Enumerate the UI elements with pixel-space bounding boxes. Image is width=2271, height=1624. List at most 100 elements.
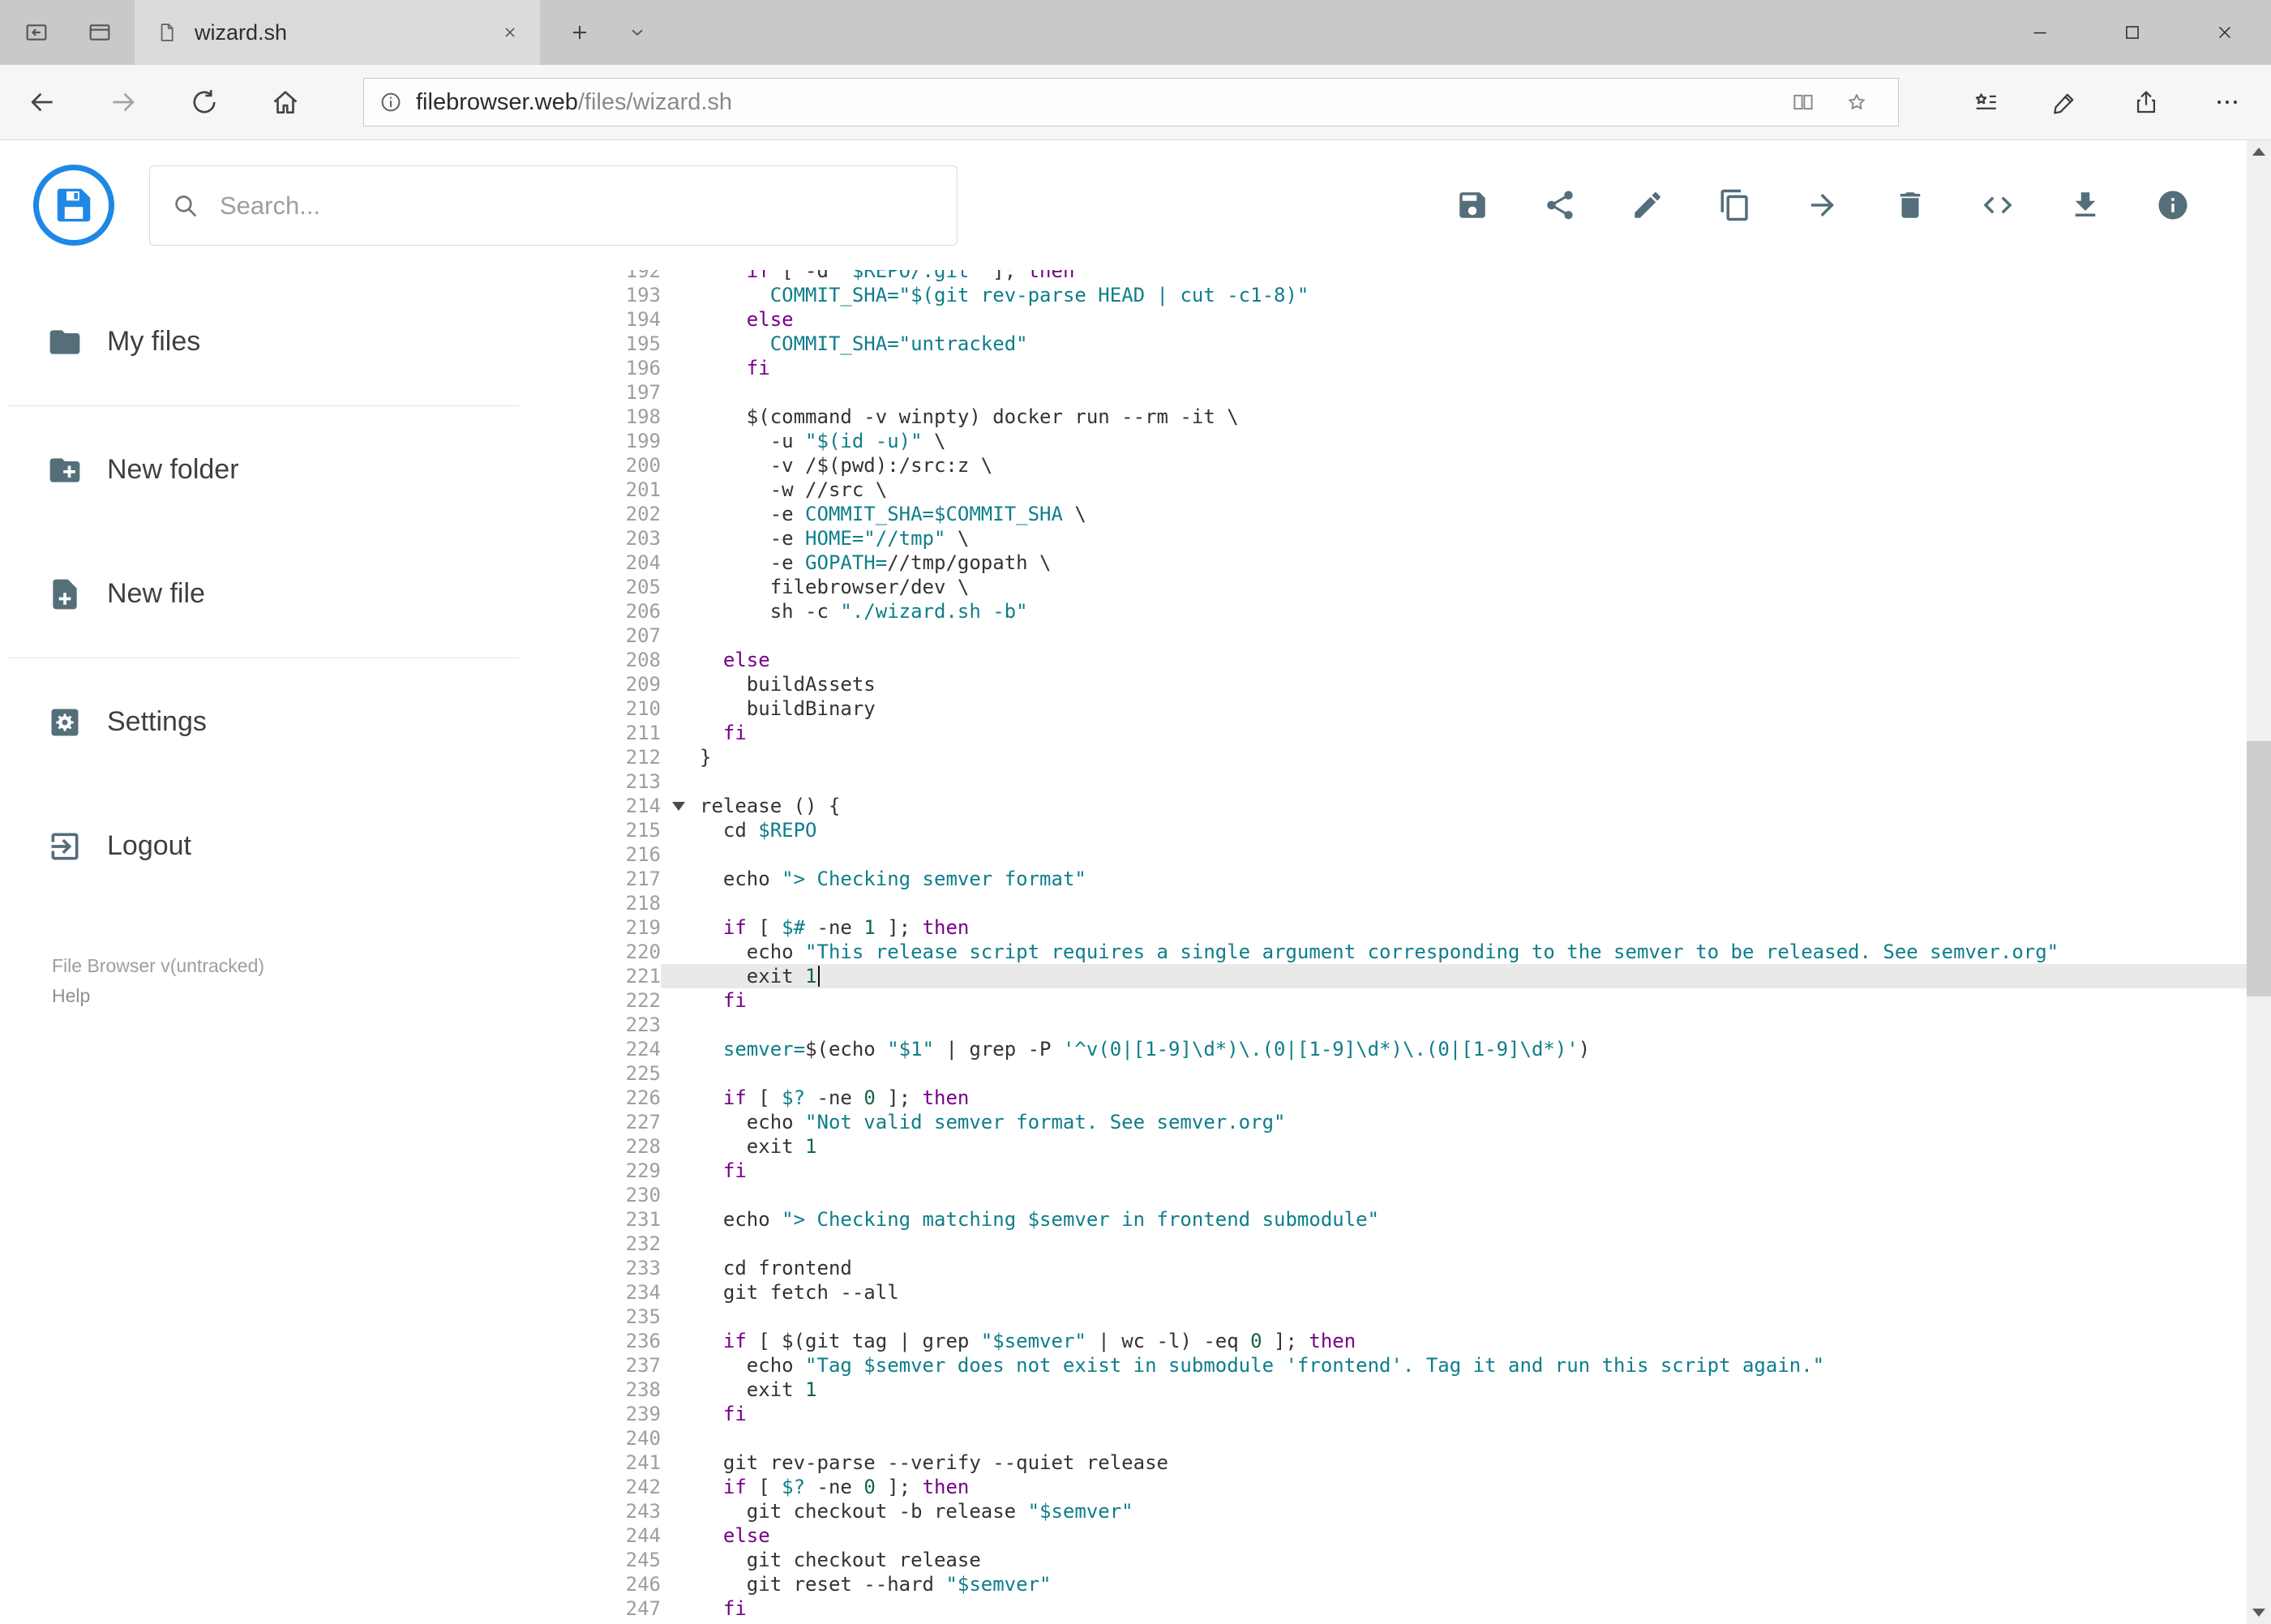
code-line-236[interactable]: 236 if [ $(git tag | grep "$semver" | wc… [527, 1329, 2247, 1353]
search-box[interactable] [149, 165, 958, 246]
tab-list-button[interactable] [613, 0, 662, 65]
code-line-200[interactable]: 200 -v /$(pwd):/src:z \ [527, 453, 2247, 478]
tab-close-button[interactable] [501, 24, 519, 41]
tab-preview-button[interactable] [71, 0, 128, 65]
scrollbar[interactable] [2247, 140, 2271, 1624]
code-line-208[interactable]: 208 else [527, 648, 2247, 672]
code-line-232[interactable]: 232 [527, 1232, 2247, 1256]
code-line-227[interactable]: 227 echo "Not valid semver format. See s… [527, 1110, 2247, 1134]
maximize-button[interactable] [2086, 0, 2179, 65]
favorites-hub-button[interactable] [1947, 65, 2024, 139]
code-line-244[interactable]: 244 else [527, 1523, 2247, 1548]
scrollbar-thumb[interactable] [2247, 741, 2271, 996]
code-line-242[interactable]: 242 if [ $? -ne 0 ]; then [527, 1475, 2247, 1499]
download-button[interactable] [2042, 140, 2129, 270]
code-line-199[interactable]: 199 -u "$(id -u)" \ [527, 429, 2247, 453]
code-line-221[interactable]: 221 exit 1 [527, 964, 2247, 988]
back-button[interactable] [13, 65, 71, 139]
sidebar-item-new-folder[interactable]: New folder [0, 408, 527, 532]
sidebar-item-new-file[interactable]: New file [0, 532, 527, 656]
code-line-243[interactable]: 243 git checkout -b release "$semver" [527, 1499, 2247, 1523]
help-link[interactable]: Help [52, 981, 264, 1011]
forward-button[interactable] [94, 65, 152, 139]
code-line-235[interactable]: 235 [527, 1305, 2247, 1329]
share-page-button[interactable] [2108, 65, 2184, 139]
code-line-239[interactable]: 239 fi [527, 1402, 2247, 1426]
browser-tab-active[interactable]: wizard.sh [135, 0, 540, 65]
code-line-223[interactable]: 223 [527, 1013, 2247, 1037]
code-line-238[interactable]: 238 exit 1 [527, 1378, 2247, 1402]
refresh-button[interactable] [175, 65, 234, 139]
code-line-214[interactable]: 214 release () { [527, 794, 2247, 818]
sidebar-item-settings[interactable]: Settings [0, 660, 527, 784]
new-tab-button[interactable] [551, 0, 608, 65]
save-button[interactable] [1429, 140, 1516, 270]
code-line-220[interactable]: 220 echo "This release script requires a… [527, 940, 2247, 964]
code-line-217[interactable]: 217 echo "> Checking semver format" [527, 867, 2247, 891]
sidebar-item-my-files[interactable]: My files [0, 280, 527, 404]
move-button[interactable] [1779, 140, 1866, 270]
code-line-201[interactable]: 201 -w //src \ [527, 478, 2247, 502]
code-line-205[interactable]: 205 filebrowser/dev \ [527, 575, 2247, 599]
code-line-197[interactable]: 197 [527, 380, 2247, 405]
address-bar[interactable]: filebrowser.web/files/wizard.sh [363, 78, 1899, 126]
code-line-247[interactable]: 247 fi [527, 1596, 2247, 1621]
code-line-219[interactable]: 219 if [ $# -ne 1 ]; then [527, 915, 2247, 940]
home-button[interactable] [256, 65, 315, 139]
set-tabs-aside-button[interactable] [8, 0, 65, 65]
code-line-224[interactable]: 224 semver=$(echo "$1" | grep -P '^v(0|[… [527, 1037, 2247, 1061]
code-line-209[interactable]: 209 buildAssets [527, 672, 2247, 696]
info-button[interactable] [2129, 140, 2217, 270]
code-line-204[interactable]: 204 -e GOPATH=//tmp/gopath \ [527, 551, 2247, 575]
code-line-226[interactable]: 226 if [ $? -ne 0 ]; then [527, 1086, 2247, 1110]
code-line-193[interactable]: 193 COMMIT_SHA="$(git rev-parse HEAD | c… [527, 283, 2247, 307]
minimize-button[interactable] [1994, 0, 2086, 65]
code-line-213[interactable]: 213 [527, 769, 2247, 794]
share-button[interactable] [1516, 140, 1604, 270]
code-line-203[interactable]: 203 -e HOME="//tmp" \ [527, 526, 2247, 551]
code-line-195[interactable]: 195 COMMIT_SHA="untracked" [527, 332, 2247, 356]
code-line-192[interactable]: 192 if [ -d "$REPO/.git" ]; then [527, 270, 2247, 283]
search-input[interactable] [218, 190, 936, 221]
code-line-210[interactable]: 210 buildBinary [527, 696, 2247, 721]
code-line-225[interactable]: 225 [527, 1061, 2247, 1086]
copy-button[interactable] [1691, 140, 1779, 270]
site-info-icon[interactable] [379, 90, 403, 114]
close-window-button[interactable] [2179, 0, 2271, 65]
code-line-222[interactable]: 222 fi [527, 988, 2247, 1013]
raw-editor-button[interactable] [1954, 140, 2042, 270]
code-line-246[interactable]: 246 git reset --hard "$semver" [527, 1572, 2247, 1596]
rename-button[interactable] [1604, 140, 1691, 270]
code-line-215[interactable]: 215 cd $REPO [527, 818, 2247, 842]
code-line-245[interactable]: 245 git checkout release [527, 1548, 2247, 1572]
favorite-button[interactable] [1830, 79, 1883, 126]
reading-view-button[interactable] [1776, 79, 1830, 126]
code-line-207[interactable]: 207 [527, 623, 2247, 648]
code-line-240[interactable]: 240 [527, 1426, 2247, 1450]
scroll-down-arrow-icon[interactable] [2252, 1609, 2265, 1617]
code-line-234[interactable]: 234 git fetch --all [527, 1280, 2247, 1305]
code-line-206[interactable]: 206 sh -c "./wizard.sh -b" [527, 599, 2247, 623]
scroll-up-arrow-icon[interactable] [2252, 148, 2265, 156]
code-line-229[interactable]: 229 fi [527, 1159, 2247, 1183]
code-line-231[interactable]: 231 echo "> Checking matching $semver in… [527, 1207, 2247, 1232]
code-line-216[interactable]: 216 [527, 842, 2247, 867]
sidebar-item-logout[interactable]: Logout [0, 784, 527, 908]
code-line-196[interactable]: 196 fi [527, 356, 2247, 380]
delete-button[interactable] [1866, 140, 1954, 270]
code-line-241[interactable]: 241 git rev-parse --verify --quiet relea… [527, 1450, 2247, 1475]
code-line-194[interactable]: 194 else [527, 307, 2247, 332]
code-line-237[interactable]: 237 echo "Tag $semver does not exist in … [527, 1353, 2247, 1378]
code-line-212[interactable]: 212} [527, 745, 2247, 769]
web-note-button[interactable] [2027, 65, 2103, 139]
code-line-228[interactable]: 228 exit 1 [527, 1134, 2247, 1159]
more-menu-button[interactable] [2189, 65, 2265, 139]
fold-marker-icon[interactable] [672, 802, 685, 811]
app-logo[interactable] [33, 165, 114, 246]
code-line-202[interactable]: 202 -e COMMIT_SHA=$COMMIT_SHA \ [527, 502, 2247, 526]
code-editor[interactable]: 192 if [ -d "$REPO/.git" ]; then 193 COMM… [527, 270, 2247, 1624]
code-line-218[interactable]: 218 [527, 891, 2247, 915]
code-line-211[interactable]: 211 fi [527, 721, 2247, 745]
code-line-230[interactable]: 230 [527, 1183, 2247, 1207]
code-line-233[interactable]: 233 cd frontend [527, 1256, 2247, 1280]
